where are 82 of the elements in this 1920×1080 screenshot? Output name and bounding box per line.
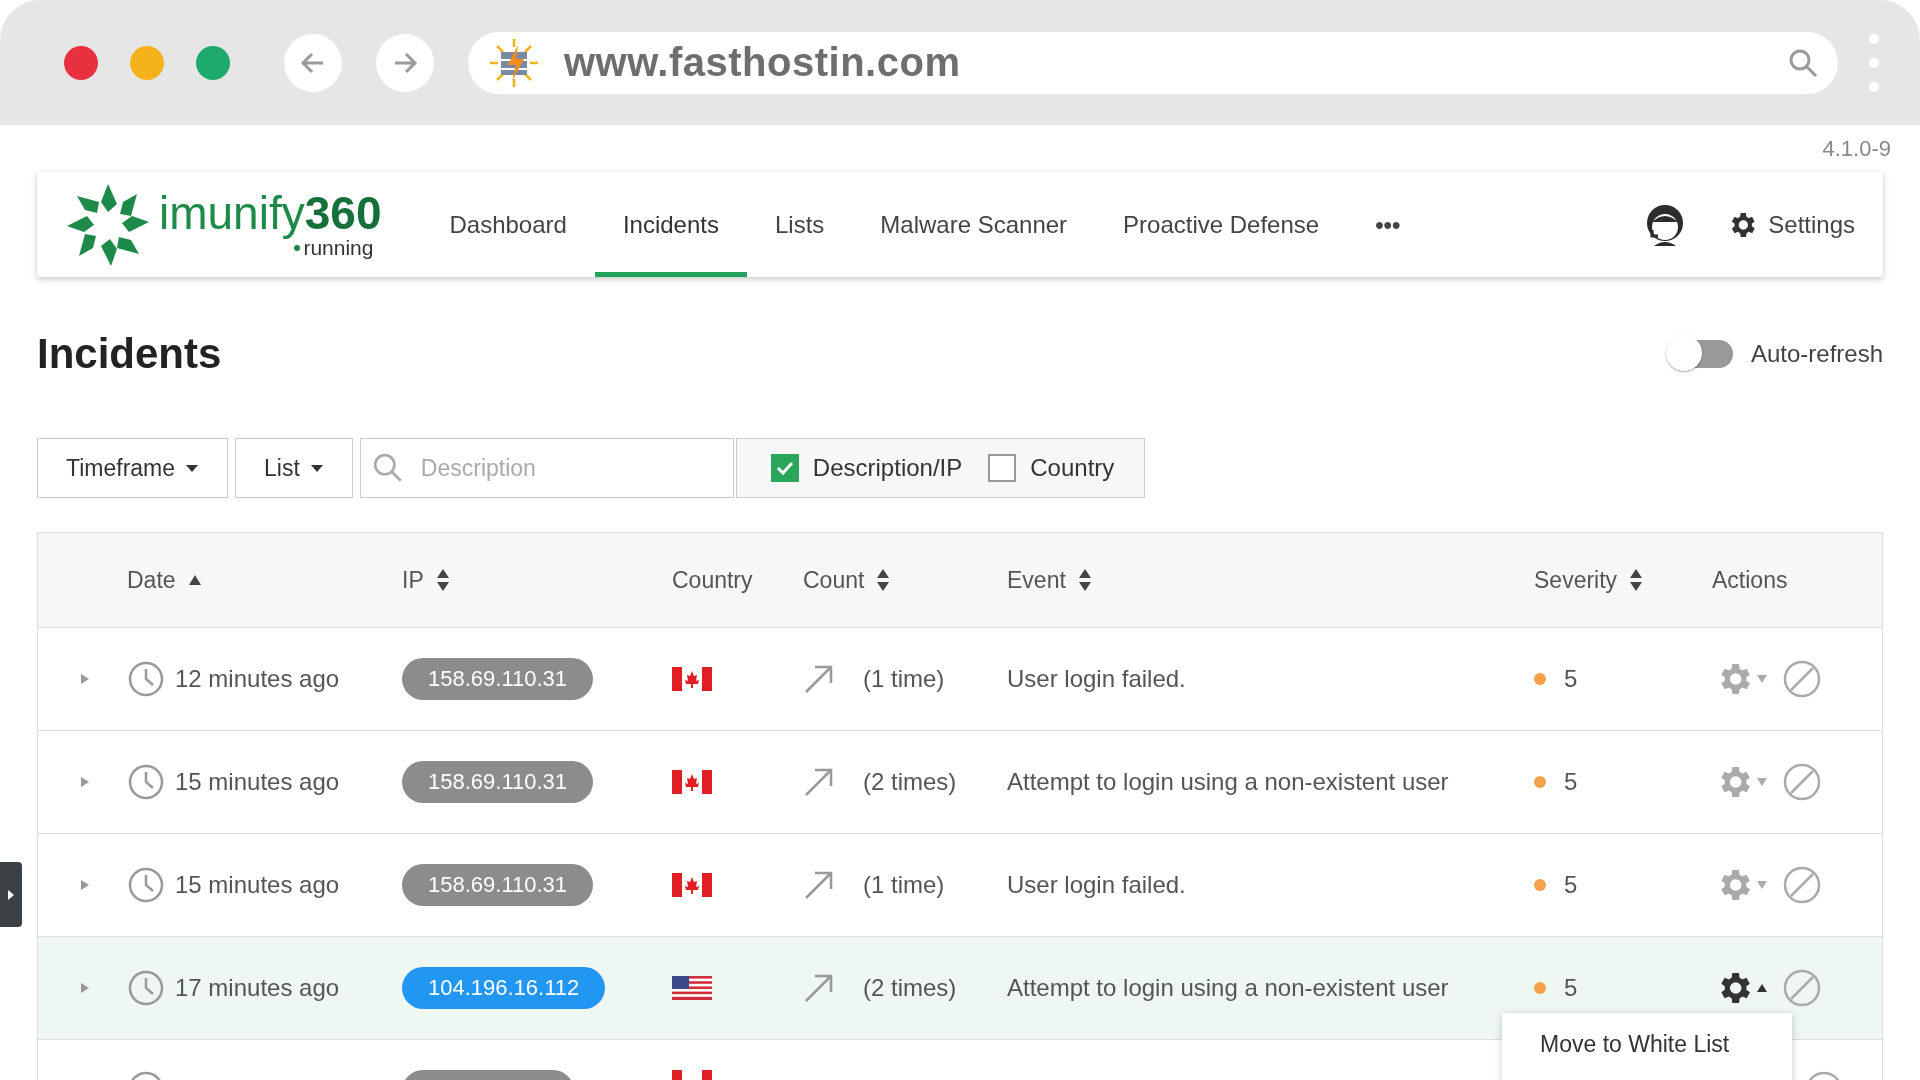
- block-icon[interactable]: [1782, 659, 1822, 699]
- address-bar[interactable]: www.fasthostin.com: [468, 31, 1838, 94]
- column-header: Country: [672, 566, 753, 594]
- clock-icon: [127, 866, 165, 904]
- severity-dot: [1534, 982, 1546, 994]
- auto-refresh-label: Auto-refresh: [1750, 339, 1883, 368]
- diagonal-arrow-icon: [803, 663, 835, 695]
- severity-value: 5: [1564, 871, 1578, 899]
- expand-icon[interactable]: [79, 673, 90, 685]
- flag-icon: [672, 873, 712, 897]
- timeframe-dropdown[interactable]: Timeframe: [37, 438, 229, 498]
- url-text: www.fasthostin.com: [564, 40, 962, 85]
- clock-icon: [127, 763, 165, 801]
- sortable-column-header[interactable]: Count: [803, 566, 865, 594]
- event-text: User login failed.: [1007, 665, 1186, 693]
- version-label: 4.1.0-9: [1822, 135, 1891, 162]
- nav-tab[interactable]: Dashboard: [421, 172, 595, 277]
- caret-icon[interactable]: [1756, 983, 1768, 993]
- more-menu[interactable]: •••: [1347, 172, 1429, 277]
- date-text: 15 minutes ago: [175, 768, 340, 796]
- nav-tab[interactable]: Lists: [746, 172, 853, 277]
- event-text: Attempt to login using a non-existent user: [1007, 768, 1449, 796]
- checkbox-label: Description/IP: [812, 454, 963, 482]
- checkbox[interactable]: [988, 454, 1017, 482]
- list-dropdown[interactable]: List: [235, 438, 353, 498]
- flag-icon: [672, 667, 712, 691]
- diagonal-arrow-icon: [803, 869, 835, 901]
- column-header: Actions: [1712, 566, 1788, 594]
- diagonal-arrow-icon: [803, 766, 835, 798]
- event-text: Attempt to login using a non-existent user: [1007, 974, 1449, 1002]
- severity-value: 5: [1564, 768, 1578, 796]
- close-window-button[interactable]: [64, 45, 98, 80]
- event-text: User login failed.: [1007, 871, 1186, 899]
- severity-value: 5: [1564, 974, 1578, 1002]
- severity-dot: [1534, 673, 1546, 685]
- nav-tab[interactable]: Malware Scanner: [852, 172, 1096, 277]
- nav-tab[interactable]: Incidents: [594, 172, 747, 277]
- sort-icon[interactable]: [876, 568, 891, 592]
- sort-icon[interactable]: [1629, 568, 1644, 592]
- sort-ascending-icon[interactable]: [187, 574, 202, 586]
- checkbox-label: Country: [1030, 454, 1115, 482]
- count-text: (1 time): [863, 871, 945, 899]
- count-text: (2 times): [863, 974, 957, 1002]
- block-icon[interactable]: [1782, 968, 1822, 1008]
- severity-dot: [1534, 879, 1546, 891]
- clock-icon: [127, 660, 165, 698]
- maximize-window-button[interactable]: [196, 45, 230, 80]
- block-icon[interactable]: [1782, 762, 1822, 802]
- diagonal-arrow-icon: [803, 972, 835, 1004]
- flag-icon: [672, 770, 712, 794]
- severity-value: 5: [1564, 665, 1578, 693]
- flag-icon: [672, 976, 712, 1000]
- count-text: (1 time): [863, 665, 945, 693]
- sort-icon[interactable]: [1077, 568, 1092, 592]
- sort-icon[interactable]: [435, 568, 450, 592]
- clock-icon: [127, 969, 165, 1007]
- minimize-window-button[interactable]: [130, 45, 164, 80]
- settings-link[interactable]: Settings: [1726, 208, 1855, 241]
- sortable-column-header[interactable]: IP: [402, 566, 424, 594]
- menu-item[interactable]: Move to White List: [1502, 1023, 1792, 1066]
- sortable-column-header[interactable]: Date: [127, 566, 176, 594]
- page-title: Incidents: [37, 329, 222, 378]
- sortable-column-header[interactable]: Severity: [1534, 566, 1618, 594]
- side-panel-toggle[interactable]: [0, 862, 22, 927]
- count-text: (2 times): [863, 768, 957, 796]
- site-icon: [488, 36, 540, 89]
- block-icon[interactable]: [1782, 865, 1822, 905]
- search-icon[interactable]: [1788, 47, 1818, 78]
- status-label: running: [294, 235, 374, 260]
- expand-icon[interactable]: [79, 879, 90, 891]
- search-field[interactable]: Description: [359, 438, 734, 498]
- date-text: 17 minutes ago: [175, 974, 340, 1002]
- severity-dot: [1534, 776, 1546, 788]
- caret-icon[interactable]: [309, 463, 324, 473]
- caret-icon[interactable]: [7, 888, 15, 901]
- sortable-column-header[interactable]: Event: [1007, 566, 1066, 594]
- nav-tab[interactable]: Proactive Defense: [1095, 172, 1348, 277]
- date-text: 12 minutes ago: [175, 665, 340, 693]
- expand-icon[interactable]: [79, 776, 90, 788]
- expand-icon[interactable]: [79, 982, 90, 994]
- date-text: 15 minutes ago: [175, 871, 340, 899]
- caret-icon[interactable]: [185, 463, 200, 473]
